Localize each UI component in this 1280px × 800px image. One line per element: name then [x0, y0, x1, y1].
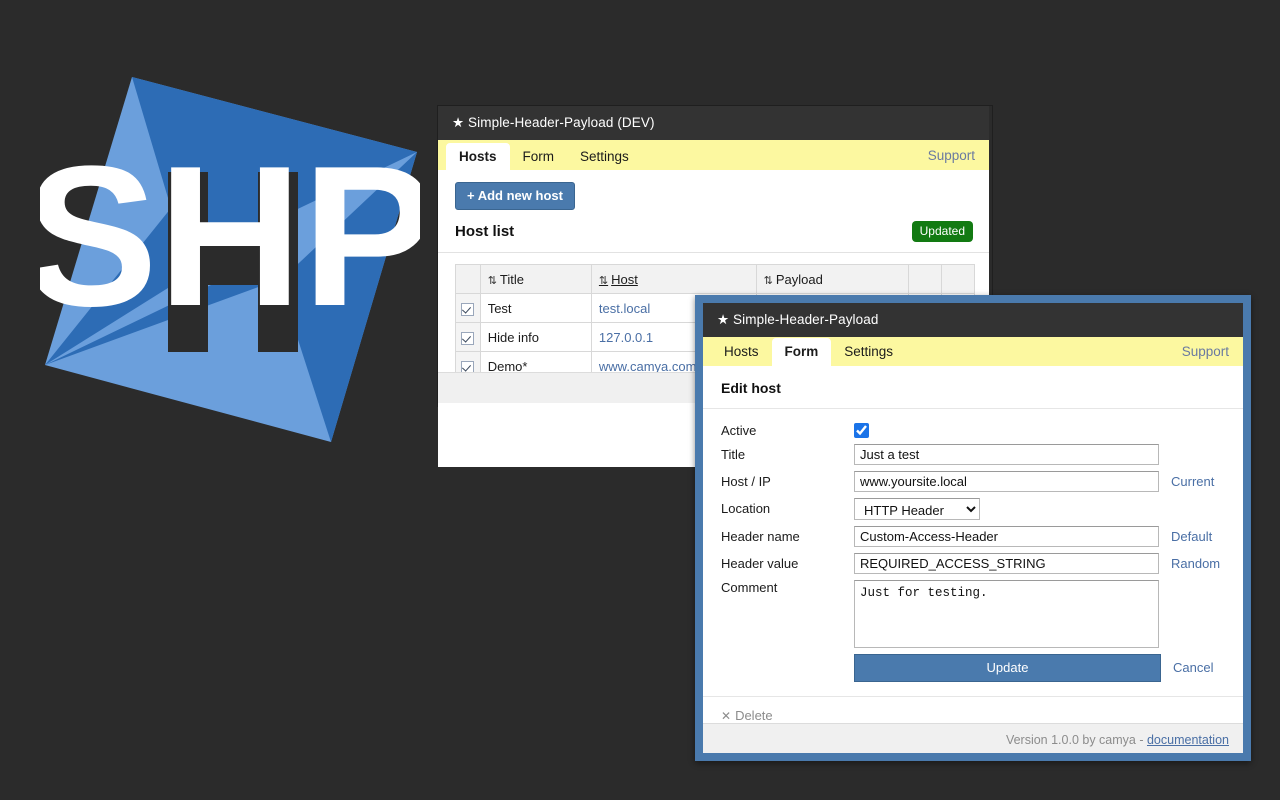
- close-icon: ✕: [721, 708, 732, 723]
- comment-label: Comment: [721, 579, 778, 595]
- update-button[interactable]: Update: [854, 653, 1161, 682]
- row-title: Test: [479, 293, 592, 323]
- tab-settings-label: Settings: [580, 148, 629, 164]
- field-row-active: Active: [703, 422, 1243, 438]
- col-title[interactable]: ⇅ Title: [479, 264, 592, 294]
- tab-settings[interactable]: Settings: [567, 144, 642, 171]
- sort-icon: ⇅: [487, 274, 497, 287]
- sort-icon: ⇅: [763, 274, 773, 287]
- front-window-titlebar: ★ Simple-Header-Payload: [703, 303, 1243, 337]
- tab-hosts[interactable]: Hosts: [446, 142, 510, 171]
- hosts-table-header-row: ⇅ Title ⇅ Host ⇅ Payload: [455, 264, 976, 294]
- row-checkbox[interactable]: [455, 322, 481, 352]
- edit-host-heading: Edit host: [703, 366, 1243, 409]
- front-window-footer: Version 1.0.0 by camya - documentation: [703, 722, 1243, 753]
- front-tab-hosts[interactable]: Hosts: [711, 339, 772, 366]
- front-tab-settings[interactable]: Settings: [831, 339, 906, 366]
- status-badge: Updated: [911, 221, 973, 242]
- support-link[interactable]: Support: [928, 142, 989, 170]
- cancel-link[interactable]: Cancel: [1173, 660, 1213, 675]
- title-label: Title: [721, 446, 746, 462]
- location-select[interactable]: HTTP Header: [854, 497, 980, 520]
- documentation-link[interactable]: documentation: [1147, 733, 1229, 747]
- host-list-header: Host list Updated: [438, 221, 989, 242]
- shp-logo: SHP: [40, 60, 420, 450]
- version-text: Version 1.0.0 by camya -: [1005, 732, 1147, 747]
- field-row-location: Location HTTP Header: [703, 497, 1243, 520]
- tab-hosts-label: Hosts: [459, 148, 497, 164]
- active-label: Active: [721, 422, 757, 438]
- col-extra-1: [908, 264, 942, 294]
- field-row-title: Title: [703, 443, 1243, 465]
- host-input[interactable]: [854, 470, 1159, 492]
- comment-textarea[interactable]: [854, 579, 1159, 648]
- header-name-label: Header name: [721, 528, 800, 544]
- row-host-link[interactable]: 127.0.0.1: [599, 330, 653, 345]
- row-host-link[interactable]: test.local: [599, 301, 650, 316]
- default-link[interactable]: Default: [1171, 529, 1212, 544]
- screenshot-root: SHP ★ Simple-Header-Payload (DEV) Hosts …: [0, 0, 1280, 800]
- col-host[interactable]: ⇅ Host: [590, 264, 757, 294]
- tab-form[interactable]: Form: [510, 144, 568, 171]
- front-tab-hosts-label: Hosts: [724, 344, 759, 359]
- logo-text: SHP: [40, 125, 420, 348]
- field-row-header-value: Header value Random: [703, 552, 1243, 574]
- field-row-comment: Comment: [703, 579, 1243, 648]
- random-link[interactable]: Random: [1171, 556, 1220, 571]
- host-list-title: Host list: [455, 223, 515, 240]
- divider: [438, 252, 989, 253]
- col-extra-2: [940, 264, 976, 294]
- add-new-host-button[interactable]: + Add new host: [455, 182, 575, 210]
- active-checkbox[interactable]: [854, 422, 869, 438]
- back-window-title: ★ Simple-Header-Payload (DEV): [452, 115, 655, 130]
- field-row-host: Host / IP Current: [703, 470, 1243, 492]
- front-tab-settings-label: Settings: [844, 344, 894, 359]
- row-title: Hide info: [479, 322, 592, 352]
- field-row-actions: Update Cancel: [703, 653, 1243, 682]
- front-window-title: ★ Simple-Header-Payload: [717, 312, 879, 327]
- front-window-tabbar: Hosts Form Settings Support: [703, 337, 1243, 367]
- checkbox-icon: [461, 302, 475, 316]
- header-value-label: Header value: [721, 555, 799, 571]
- host-label: Host / IP: [721, 473, 771, 489]
- front-tab-form[interactable]: Form: [771, 338, 832, 367]
- header-name-input[interactable]: [854, 525, 1159, 547]
- shp-logo-svg: SHP: [40, 77, 420, 442]
- header-value-input[interactable]: [854, 552, 1159, 574]
- title-input[interactable]: [854, 443, 1159, 465]
- tab-form-label: Form: [522, 148, 555, 164]
- front-window-inner: ★ Simple-Header-Payload Hosts Form Setti…: [703, 303, 1243, 753]
- current-link[interactable]: Current: [1171, 474, 1214, 489]
- row-checkbox[interactable]: [455, 293, 481, 323]
- front-tab-form-label: Form: [784, 344, 819, 359]
- back-window-titlebar: ★ Simple-Header-Payload (DEV): [438, 106, 989, 140]
- delete-host-link[interactable]: ✕ Delete: [703, 695, 1243, 723]
- delete-label: Delete: [735, 707, 773, 723]
- front-support-link[interactable]: Support: [1182, 338, 1243, 366]
- window-edit-host[interactable]: ★ Simple-Header-Payload Hosts Form Setti…: [695, 295, 1251, 761]
- checkbox-icon: [461, 331, 475, 345]
- location-label: Location: [721, 501, 771, 516]
- col-select: [455, 264, 481, 294]
- field-row-header-name: Header name Default: [703, 525, 1243, 547]
- edit-host-form: Active Title Host / IP Current Location …: [703, 409, 1243, 723]
- sort-icon: ⇅: [598, 274, 609, 287]
- back-window-tabbar: Hosts Form Settings Support: [438, 140, 989, 171]
- col-payload[interactable]: ⇅ Payload: [755, 264, 910, 294]
